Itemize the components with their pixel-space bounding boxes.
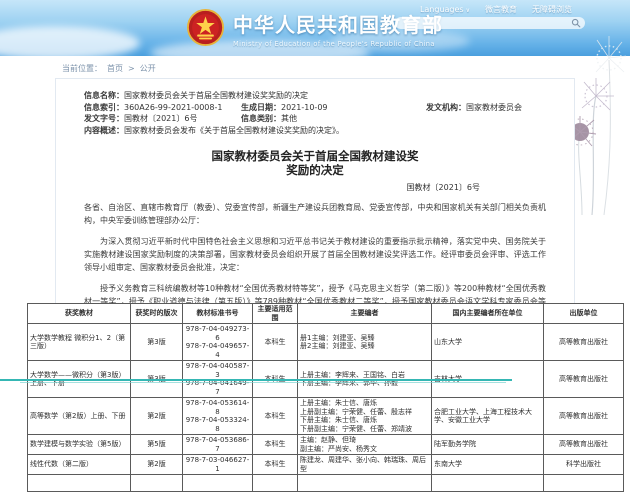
meta-index-value: 360A26-99-2021-0008-1: [124, 102, 222, 114]
breadcrumb-home[interactable]: 首页: [107, 63, 123, 74]
breadcrumb-prefix: 当前位置：: [62, 63, 102, 74]
table-cell: 上册主编：朱士信、唐烁上册副主编：宁荣健、任蕾、殷志祥下册主编：朱士信、唐烁下册…: [298, 398, 432, 435]
table-row: 数学建模与数学实验（第5版）第5版978-7-04-053686-7本科生主编：…: [28, 435, 624, 455]
table-header-row: 获奖教材获奖时的版次教材标准书号主要适用范围主要编者国内主要编者所在单位出版单位: [28, 304, 624, 324]
national-emblem-icon: [187, 9, 224, 46]
table-cell: 高等教育出版社: [544, 398, 624, 435]
awards-table: 获奖教材获奖时的版次教材标准书号主要适用范围主要编者国内主要编者所在单位出版单位…: [27, 303, 624, 492]
table-cell: 本科生: [253, 455, 298, 475]
meta-type-value: 其他: [281, 113, 297, 125]
table-cell: [28, 475, 131, 492]
table-cell: 第5版: [131, 435, 183, 455]
meta-docno-label: 发文字号：: [84, 113, 124, 125]
table-cell: [544, 475, 624, 492]
table-cell: 978-7-04-053686-7: [183, 435, 253, 455]
table-header-cell: 国内主要编者所在单位: [432, 304, 544, 324]
meta-docno-value: 国教材〔2021〕6号: [124, 113, 197, 125]
document-title: 国家教材委员会关于首届全国教材建设奖 奖励的决定: [84, 149, 546, 177]
search-input[interactable]: [401, 17, 570, 31]
table-header-cell: 教材标准书号: [183, 304, 253, 324]
table-cell: 册1主编：刘建亚、吴臻册2主编：刘建亚、吴臻: [298, 324, 432, 361]
table-row: 高等数学（第2版）上册、下册第2版978-7-04-053614-8978-7-…: [28, 398, 624, 435]
table-cell: 主编：赵静、但琦副主编：严尚安、杨秀文: [298, 435, 432, 455]
table-cell: 合肥工业大学、上海工程技术大学、安徽工业大学: [432, 398, 544, 435]
meta-date-label: 生成日期：: [241, 102, 281, 114]
table-cell: 高等数学（第2版）上册、下册: [28, 398, 131, 435]
topbar-links: Languages∨ 微言教育 无障碍浏览: [420, 4, 572, 15]
table-cell: [298, 475, 432, 492]
table-cell: 高等教育出版社: [544, 435, 624, 455]
table-cell: 本科生: [253, 398, 298, 435]
chevron-down-icon: ∨: [466, 7, 470, 14]
table-cell: 978-7-04-049273-6978-7-04-049657-4: [183, 324, 253, 361]
paragraph-background: 为深入贯彻习近平新时代中国特色社会主义思想和习近平总书记关于教材建设的重要指示批…: [84, 235, 546, 274]
meta-row-docno: 发文字号： 国教材〔2021〕6号 信息类别： 其他: [84, 113, 546, 125]
meta-summary-label: 内容概述：: [84, 125, 124, 137]
meta-index-label: 信息索引：: [84, 102, 124, 114]
table-header-cell: 出版单位: [544, 304, 624, 324]
table-header-cell: 获奖教材: [28, 304, 131, 324]
document-number: 国教材〔2021〕6号: [84, 182, 546, 193]
table-cell: 高等教育出版社: [544, 324, 624, 361]
meta-org-value: 国家教材委员会: [466, 102, 522, 114]
selection-artifact-line: [0, 379, 512, 381]
table-header-cell: 主要编者: [298, 304, 432, 324]
table-cell: 第2版: [131, 455, 183, 475]
accessibility-link[interactable]: 无障碍浏览: [532, 4, 572, 15]
breadcrumb-current[interactable]: 公开: [140, 63, 156, 74]
table-cell: [183, 475, 253, 492]
table-row: [28, 475, 624, 492]
cloud-decoration: [0, 26, 140, 56]
table-cell: [253, 475, 298, 492]
meta-summary-value: 国家教材委员会发布《关于首届全国教材建设奖奖励的决定》。: [124, 125, 344, 137]
table-cell: 第3版: [131, 324, 183, 361]
breadcrumb: 当前位置： 首页 > 公开: [62, 63, 156, 74]
table-header-cell: 获奖时的版次: [131, 304, 183, 324]
meta-row-summary: 内容概述： 国家教材委员会发布《关于首届全国教材建设奖奖励的决定》。: [84, 125, 546, 137]
table-cell: 陈建龙、周建华、张小向、韩瑞珠、周后型: [298, 455, 432, 475]
table-cell: 高等教育出版社: [544, 361, 624, 398]
table-cell: 978-7-04-053614-8978-7-04-053324-8: [183, 398, 253, 435]
meta-row-name: 信息名称： 国家教材委员会关于首届全国教材建设奖奖励的决定: [84, 90, 546, 102]
table-cell: 本科生: [253, 435, 298, 455]
search-bar[interactable]: [395, 17, 585, 29]
meta-type-label: 信息类别：: [241, 113, 281, 125]
table-cell: 科学出版社: [544, 455, 624, 475]
meta-org-label: 发文机构：: [426, 102, 466, 114]
weiyan-link[interactable]: 微言教育: [485, 4, 517, 15]
table-cell: 数学建模与数学实验（第5版）: [28, 435, 131, 455]
languages-menu[interactable]: Languages∨: [420, 5, 470, 14]
selection-artifact-line: [20, 382, 506, 383]
table-cell: 大学数学教程 微积分1、2（第三版）: [28, 324, 131, 361]
table-cell: 山东大学: [432, 324, 544, 361]
table-row: 线性代数（第二版）第2版978-7-03-046627-1本科生陈建龙、周建华、…: [28, 455, 624, 475]
search-icon[interactable]: [571, 18, 581, 28]
ministry-title-en: Ministry of Education of the People's Re…: [233, 40, 493, 48]
breadcrumb-separator: >: [128, 64, 135, 73]
table-cell: 第2版: [131, 398, 183, 435]
table-cell: [131, 475, 183, 492]
meta-name-label: 信息名称：: [84, 90, 124, 102]
meta-date-value: 2021-10-09: [281, 102, 328, 114]
meta-row-index: 信息索引： 360A26-99-2021-0008-1 生成日期： 2021-1…: [84, 102, 546, 114]
paragraph-addressees: 各省、自治区、直辖市教育厅（教委）、党委宣传部，新疆生产建设兵团教育局、党委宣传…: [84, 201, 546, 227]
site-banner: 中华人民共和国教育部 Ministry of Education of the …: [0, 0, 630, 56]
table-row: 大学数学教程 微积分1、2（第三版）第3版978-7-04-049273-697…: [28, 324, 624, 361]
table-cell: 本科生: [253, 324, 298, 361]
table-cell: 线性代数（第二版）: [28, 455, 131, 475]
table-cell: 东南大学: [432, 455, 544, 475]
table-header-cell: 主要适用范围: [253, 304, 298, 324]
table-cell: 陆军勤务学院: [432, 435, 544, 455]
table-cell: 978-7-03-046627-1: [183, 455, 253, 475]
table-cell: [432, 475, 544, 492]
meta-name-value: 国家教材委员会关于首届全国教材建设奖奖励的决定: [124, 90, 308, 102]
